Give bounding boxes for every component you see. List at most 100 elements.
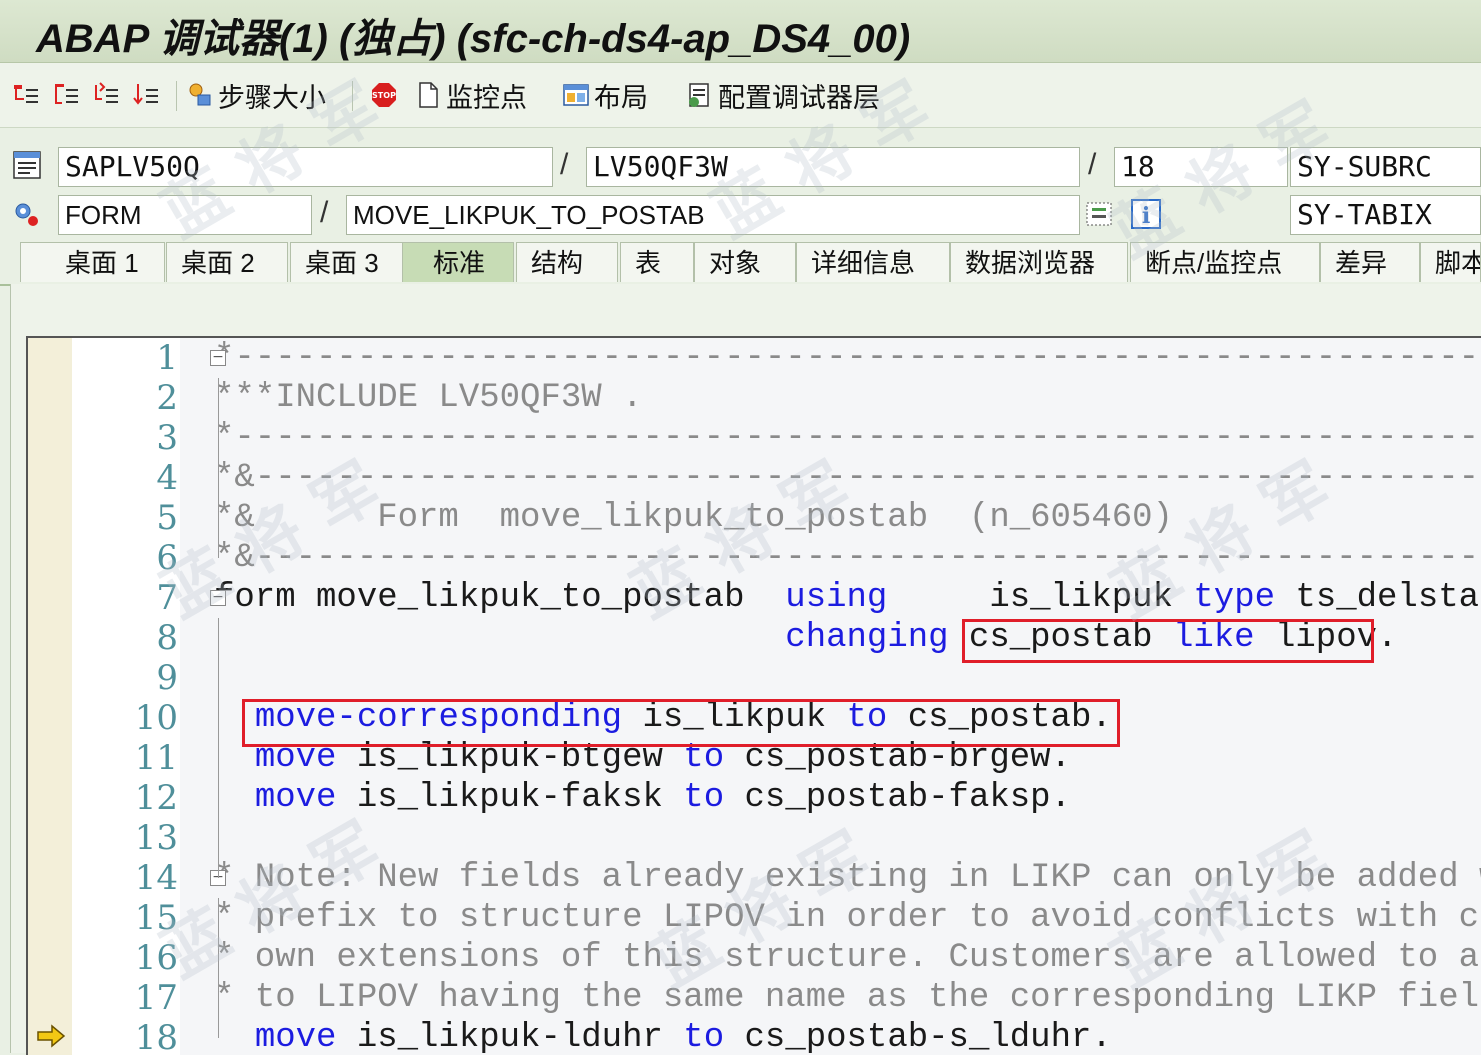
layout-icon <box>563 84 589 106</box>
continue-button[interactable] <box>132 77 164 113</box>
code-text: *---------------------------------------… <box>214 338 1481 378</box>
step-over-button[interactable] <box>52 77 84 113</box>
code-line[interactable]: form move_likpuk_to_postab using is_likp… <box>180 578 1481 618</box>
tab-desktop-3[interactable]: 桌面 3 <box>290 242 408 282</box>
config-layers-label: 配置调试器层 <box>718 82 880 113</box>
watchpoint-label: 监控点 <box>446 82 527 113</box>
event-name-field[interactable]: MOVE_LIKPUK_TO_POSTAB <box>346 195 1080 235</box>
keyword: move <box>254 779 337 817</box>
line-number: 8 <box>156 618 178 658</box>
comment: * to LIPOV having the same name as the c… <box>214 979 1481 1017</box>
svg-text:i: i <box>1142 203 1150 229</box>
code-text: *&--------------------------------------… <box>214 458 1481 498</box>
layout-label: 布局 <box>594 82 648 113</box>
step-size-icon <box>189 83 211 106</box>
code-line[interactable]: move is_likpuk-faksk to cs_postab-faksp. <box>180 778 1481 818</box>
code-line[interactable]: * Note: New fields already existing in L… <box>180 858 1481 898</box>
svg-text:STOP: STOP <box>372 91 396 100</box>
tab-bar: 桌面 1 桌面 2 桌面 3 标准 结构 表 对象 详细信息 数据浏览器 断点/… <box>0 240 1481 286</box>
comment: *---------------------------------------… <box>214 339 1481 377</box>
step-size-button[interactable]: 步骤大小 <box>186 77 326 113</box>
code-area[interactable]: *---------------------------------------… <box>180 338 1481 1055</box>
current-line-arrow-icon <box>37 1024 66 1048</box>
code-token: cs_postab-s_lduhr. <box>724 1019 1112 1055</box>
separator-1: / <box>560 148 569 181</box>
line-number: 13 <box>134 818 178 858</box>
stop-button[interactable]: STOP <box>370 77 402 113</box>
line-number: 10 <box>134 698 178 738</box>
fold-toggle-icon[interactable]: − <box>210 350 226 366</box>
source-editor[interactable]: 1 2 3 4 5 6 7 8 9 10 11 12 13 14 15 16 17 18 *-----------… <box>26 336 1481 1055</box>
code-text: *& Form move_likpuk_to_postab (n_605460) <box>214 498 1173 538</box>
tab-script[interactable]: 脚本 <box>1420 242 1481 282</box>
tab-standard[interactable]: 标准 <box>402 242 514 282</box>
line-number: 5 <box>156 498 178 538</box>
highlight-box-move-corresponding <box>242 699 1120 747</box>
tab-desktop-2[interactable]: 桌面 2 <box>166 242 288 282</box>
step-size-label: 步骤大小 <box>218 82 326 113</box>
tab-details[interactable]: 详细信息 <box>796 242 950 282</box>
code-line[interactable]: * prefix to structure LIPOV in order to … <box>180 898 1481 938</box>
step-into-icon <box>14 85 38 103</box>
code-line[interactable]: *---------------------------------------… <box>180 338 1481 378</box>
breakpoint-gutter[interactable] <box>28 338 73 1055</box>
code-line[interactable]: *&--------------------------------------… <box>180 458 1481 498</box>
keyword: move <box>254 1019 337 1055</box>
line-number: 1 <box>156 338 178 378</box>
layout-button[interactable]: 布局 <box>562 77 648 113</box>
line-number: 4 <box>156 458 178 498</box>
keyword: using <box>785 579 888 617</box>
code-line[interactable]: *& Form move_likpuk_to_postab (n_605460) <box>180 498 1481 538</box>
separator-2: / <box>1088 148 1097 181</box>
fold-guide <box>218 618 219 878</box>
return-button[interactable] <box>92 77 124 113</box>
comment: * own extensions of this structure. Cust… <box>214 939 1481 977</box>
tab-desktop-1[interactable]: 桌面 1 <box>20 242 165 282</box>
tab-object[interactable]: 对象 <box>694 242 796 282</box>
code-line[interactable] <box>180 818 1481 858</box>
code-line[interactable]: * to LIPOV having the same name as the c… <box>180 978 1481 1018</box>
comment: *&--------------------------------------… <box>214 539 1481 577</box>
info-icon[interactable]: i <box>1130 198 1162 230</box>
line-number: 18 <box>134 1018 178 1055</box>
comment: * prefix to structure LIPOV in order to … <box>214 899 1481 937</box>
code-token: ts_delstat <box>1275 579 1481 617</box>
code-line[interactable]: *&--------------------------------------… <box>180 538 1481 578</box>
tab-structure[interactable]: 结构 <box>516 242 618 282</box>
keyword: type <box>1193 579 1276 617</box>
sysfield-subrc[interactable]: SY-SUBRC <box>1290 147 1481 187</box>
code-line[interactable]: * own extensions of this structure. Cust… <box>180 938 1481 978</box>
line-number: 3 <box>156 418 178 458</box>
line-number: 11 <box>134 738 178 778</box>
code-line[interactable]: move is_likpuk-lduhr to cs_postab-s_lduh… <box>180 1018 1481 1055</box>
tab-diff[interactable]: 差异 <box>1320 242 1420 282</box>
configure-layers-button[interactable]: 配置调试器层 <box>686 77 880 113</box>
fold-guide <box>218 378 219 558</box>
stop-icon: STOP <box>372 83 396 107</box>
line-field[interactable]: 18 <box>1114 147 1288 187</box>
watchpoint-button[interactable]: 监控点 <box>414 77 527 113</box>
step-into-button[interactable] <box>12 77 44 113</box>
line-number: 2 <box>156 378 178 418</box>
sysfield-tabix[interactable]: SY-TABIX <box>1290 195 1481 235</box>
code-text: * to LIPOV having the same name as the c… <box>214 978 1481 1018</box>
code-line[interactable]: ***INCLUDE LV50QF3W . <box>180 378 1481 418</box>
config-icon <box>689 83 709 107</box>
navigate-icon[interactable] <box>1084 198 1116 230</box>
line-numbers: 1 2 3 4 5 6 7 8 9 10 11 12 13 14 15 16 17 18 <box>72 338 181 1055</box>
tab-breakpoints[interactable]: 断点/监控点 <box>1130 242 1320 282</box>
line-number: 12 <box>134 778 178 818</box>
tab-table[interactable]: 表 <box>620 242 694 282</box>
code-line[interactable] <box>180 658 1481 698</box>
program-field[interactable]: SAPLV50Q <box>58 147 553 187</box>
code-text: *---------------------------------------… <box>214 418 1481 458</box>
include-field[interactable]: LV50QF3W <box>586 147 1080 187</box>
event-type-field[interactable]: FORM <box>58 195 312 235</box>
code-text: ***INCLUDE LV50QF3W . <box>214 378 642 418</box>
tab-data-browser[interactable]: 数据浏览器 <box>950 242 1128 282</box>
fold-toggle-icon[interactable]: − <box>210 590 226 606</box>
line-number: 9 <box>156 658 178 698</box>
comment: *& Form move_likpuk_to_postab (n_605460) <box>214 499 1173 537</box>
code-line[interactable]: *---------------------------------------… <box>180 418 1481 458</box>
keyword: changing <box>785 619 949 657</box>
